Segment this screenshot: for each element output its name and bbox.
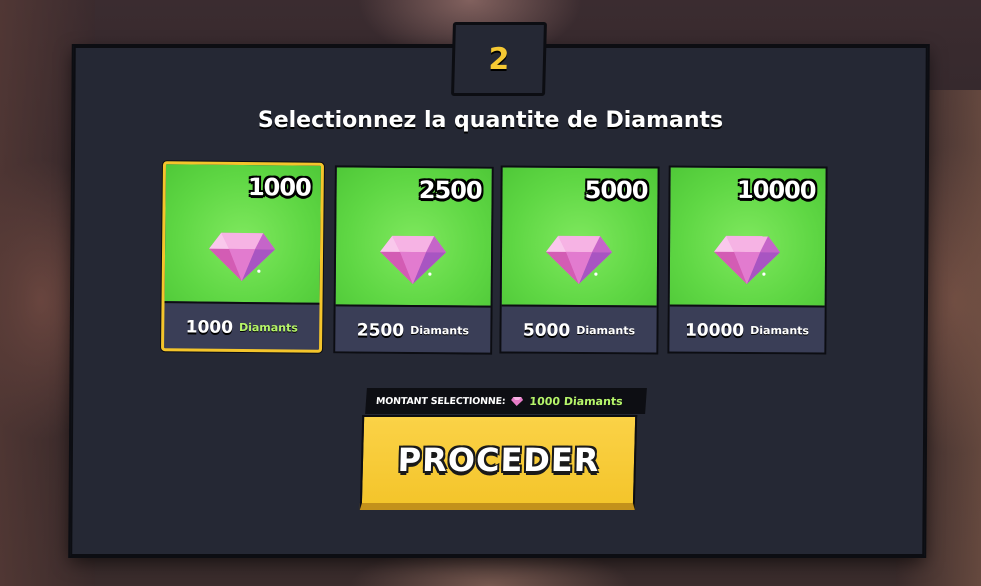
package-label-number: 5000 [522, 320, 571, 341]
package-label-number: 2500 [356, 320, 405, 341]
diamond-icon [209, 232, 276, 281]
step-number: 2 [488, 41, 510, 77]
package-card-top: 5000 [501, 167, 658, 306]
package-label: 5000 Diamants [501, 304, 657, 355]
package-card-10000[interactable]: 10000 10000 Diamants [667, 165, 828, 355]
package-amount: 10000 [736, 175, 816, 205]
package-card-1000[interactable]: 1000 1000 Diamants [161, 161, 324, 353]
package-amount: 5000 [584, 176, 648, 205]
selected-amount-label: MONTANT SELECTIONNE: [375, 395, 506, 407]
package-card-top: 2500 [335, 167, 492, 306]
page-title: Selectionnez la quantite de Diamants [257, 108, 724, 133]
package-label-unit: Diamants [750, 324, 810, 338]
package-card-top: 10000 [669, 167, 826, 306]
step-number-badge: 2 [451, 22, 547, 96]
package-label: 1000 Diamants [164, 301, 320, 352]
diamond-icon [511, 397, 524, 406]
package-amount: 2500 [418, 176, 482, 205]
package-label: 10000 Diamants [669, 304, 825, 355]
diamond-icon [714, 235, 781, 284]
package-label-unit: Diamants [238, 320, 298, 335]
package-label-number: 10000 [684, 320, 745, 341]
package-amount: 1000 [247, 173, 311, 202]
package-card-2500[interactable]: 2500 2500 Diamants [333, 165, 494, 355]
proceed-button[interactable]: PROCEDER [359, 415, 638, 510]
package-label-number: 1000 [185, 316, 234, 338]
proceed-button-label: PROCEDER [397, 441, 600, 479]
selected-amount-bar: MONTANT SELECTIONNE: 1000 Diamants [365, 388, 647, 414]
diamond-icon [546, 235, 613, 284]
package-label-unit: Diamants [410, 323, 470, 338]
selected-amount-value: 1000 Diamants [528, 394, 624, 408]
package-card-5000[interactable]: 5000 5000 Diamants [499, 165, 660, 355]
package-label-unit: Diamants [576, 323, 636, 338]
package-label: 2500 Diamants [335, 304, 491, 355]
package-card-top: 1000 [164, 164, 321, 303]
diamond-icon [380, 235, 447, 284]
